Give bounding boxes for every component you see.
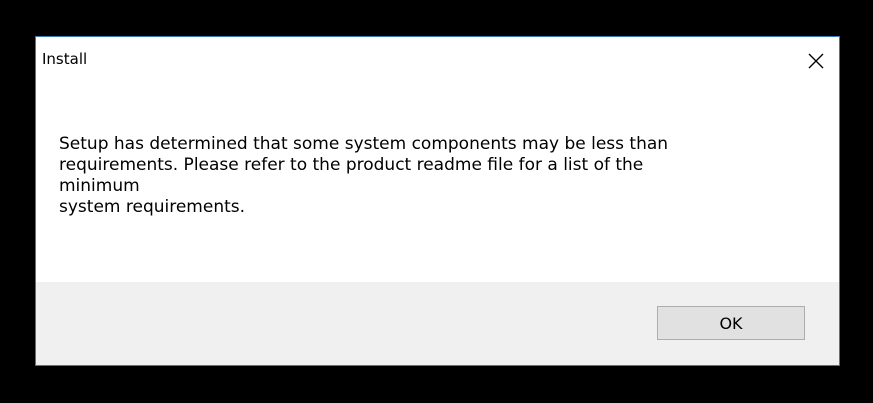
dialog-title: Install bbox=[42, 50, 88, 68]
title-bar[interactable]: Install bbox=[36, 37, 839, 85]
close-button[interactable] bbox=[793, 37, 839, 85]
dialog-message: Setup has determined that some system co… bbox=[59, 134, 669, 217]
install-dialog: Install Setup has determined that some s… bbox=[35, 36, 840, 366]
message-area: Setup has determined that some system co… bbox=[36, 85, 839, 282]
button-area: OK bbox=[36, 282, 839, 365]
ok-button[interactable]: OK bbox=[657, 306, 805, 340]
close-icon bbox=[808, 53, 824, 69]
